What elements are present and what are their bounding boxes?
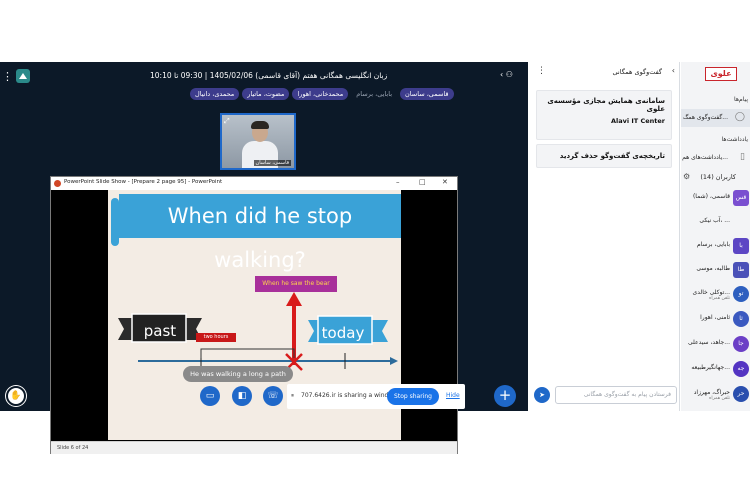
gear-icon[interactable]: ⚙ — [683, 172, 690, 181]
user-list-item[interactable]: جاهد، سیدعلی... جا — [681, 334, 750, 356]
chat-header: ⋮ گفت‌وگوی همگانی ‹ — [528, 62, 680, 82]
user-list-item[interactable]: حبراگ، مهرزاد تلفن همراه حر — [681, 384, 750, 406]
slide-title-box: When did he stop walking? — [111, 194, 401, 272]
talking-chip[interactable]: بابایی، برسام — [351, 88, 397, 100]
meeting-stage: ⋮ زبان انگلیسی همگانی هفتم (آقای قاسمی) … — [0, 62, 528, 454]
slideshow-statusbar: Slide 6 of 24 — [51, 441, 457, 454]
talking-chip[interactable]: محمدی، دانیال — [190, 88, 240, 100]
user-device: تلفن همراه — [709, 296, 730, 301]
avatar: جه — [733, 361, 749, 377]
avatar: ثا — [733, 311, 749, 327]
notes-header: یادداشت‌ها — [721, 136, 748, 143]
user-device: تلفن همراه — [709, 396, 730, 401]
history-cleared-message: تاریخچه‌ی گفت‌وگو حذف گردید — [536, 144, 672, 168]
history-cleared-text: تاریخچه‌ی گفت‌وگو حذف گردید — [559, 152, 665, 160]
chat-input[interactable]: فرستادن پیام به گفت‌وگوی همگانی — [555, 386, 677, 404]
user-list-item[interactable]: آب نیکی، ... — [681, 212, 750, 234]
avatar: حر — [733, 386, 749, 402]
user-name: ثامنی، اهورا — [700, 314, 730, 321]
meeting-title: زبان انگلیسی همگانی هفتم (آقای قاسمی) 14… — [150, 71, 388, 80]
user-name: جاهد، سیدعلی... — [688, 339, 730, 346]
webcam-name: قاسمی، ساسان — [253, 160, 291, 166]
talking-indicators: قاسمی، ساسان بابایی، برسام محمدخانی، اهورا… — [190, 88, 454, 100]
talking-chip[interactable]: مضوت، ماتیار — [242, 88, 290, 100]
user-name: طالبه، موسی — [696, 265, 730, 272]
hide-link[interactable]: Hide — [446, 392, 460, 399]
user-list-item[interactable]: قاسمی، (شما) قس — [681, 188, 750, 210]
avatar: با — [733, 238, 749, 254]
close-icon[interactable]: ✕ — [442, 178, 448, 186]
sidebar: علوی پیام‌ها گفت‌وگوی همگ... ◯ یادداشت‌ه… — [681, 62, 750, 411]
chat-panel: ⋮ گفت‌وگوی همگانی ‹ سامانه‌ی همایش مجازی… — [528, 62, 680, 411]
welcome-message: سامانه‌ی همایش مجازی مؤسسه‌ی علوی Alavi … — [536, 90, 672, 140]
raise-hand-button[interactable]: ✋ — [6, 386, 26, 406]
messages-header: پیام‌ها — [733, 96, 748, 103]
slide-title: When did he stop walking? — [167, 204, 353, 272]
user-name: بابایی، برسام — [696, 241, 730, 248]
options-menu-icon[interactable]: ⋮ — [2, 70, 13, 84]
chat-title: گفت‌وگوی همگانی — [612, 68, 663, 76]
send-button[interactable]: ➤ — [534, 387, 550, 403]
user-name: توکلی خالدی... — [692, 289, 730, 296]
welcome-text: سامانه‌ی همایش مجازی مؤسسه‌ی علوی — [547, 97, 665, 113]
note-icon: ▯ — [740, 152, 745, 162]
today-label: today — [321, 324, 365, 342]
user-name: قاسمی، (شما) — [692, 193, 730, 200]
user-name: جهانگیرطبیعه... — [691, 364, 730, 371]
actions-add-button[interactable]: + — [494, 385, 516, 407]
pause-icon: ⏸ — [291, 392, 295, 399]
shared-notes-label: یادداشت‌های هم... — [682, 154, 728, 161]
timeline-arrowhead — [390, 357, 398, 365]
chevron-left-icon[interactable]: ‹ — [672, 66, 675, 75]
user-list-item[interactable]: ثامنی، اهورا ثا — [681, 309, 750, 331]
sharing-notice: ⏸ 707.6426.ir is sharing a window. Stop … — [287, 384, 465, 409]
user-name: آب نیکی، ... — [699, 217, 730, 224]
webcam-person-hair — [251, 121, 269, 129]
powerpoint-window: PowerPoint Slide Show - [Prepare 2 page … — [50, 176, 458, 454]
minimize-icon[interactable]: – — [396, 178, 400, 186]
camera-button[interactable]: ◧ — [232, 386, 252, 406]
chat-bubble-icon: ◯ — [734, 112, 745, 122]
users-header: کاربران (14) — [700, 173, 736, 181]
powerpoint-icon — [54, 180, 61, 187]
sidebar-item-shared-notes[interactable]: یادداشت‌های هم... ▯ — [681, 149, 750, 167]
maximize-icon[interactable]: □ — [419, 178, 426, 186]
app-root: ⋮ زبان انگلیسی همگانی هفتم (آقای قاسمی) … — [0, 0, 750, 480]
window-title: PowerPoint Slide Show - [Prepare 2 page … — [64, 179, 223, 185]
app-logo-icon — [16, 69, 30, 83]
avatar: جا — [733, 336, 749, 352]
window-titlebar: PowerPoint Slide Show - [Prepare 2 page … — [51, 177, 457, 190]
user-list-item[interactable]: طالبه، موسی طا — [681, 260, 750, 282]
avatar: طا — [733, 262, 749, 278]
audio-button[interactable]: ☏ — [263, 386, 283, 406]
event-label: When he saw the bear — [255, 276, 337, 292]
webcam-tile[interactable]: ⤢ قاسمی، ساسان — [220, 113, 296, 170]
sharing-text: 707.6426.ir is sharing a window. — [301, 392, 399, 399]
slide-number: Slide 6 of 24 — [57, 445, 89, 451]
avatar: قس — [733, 190, 749, 206]
sidebar-item-public-chat[interactable]: گفت‌وگوی همگ... ◯ — [681, 109, 750, 127]
red-arrow-head — [286, 292, 302, 306]
user-list-item[interactable]: جهانگیرطبیعه... جه — [681, 359, 750, 381]
welcome-subtext: Alavi IT Center — [610, 117, 665, 125]
duration-label: two hours — [196, 333, 236, 342]
walking-label: He was walking a long a path — [183, 366, 293, 382]
user-list-item[interactable]: توکلی خالدی... تلفن همراه تو — [681, 284, 750, 306]
screen-share-button[interactable]: ▭ — [200, 386, 220, 406]
user-list-item[interactable]: بابایی، برسام با — [681, 236, 750, 258]
past-label: past — [143, 322, 177, 340]
chat-options-icon[interactable]: ⋮ — [537, 66, 546, 76]
brand-logo: علوی — [705, 67, 737, 81]
avatar: تو — [733, 286, 749, 302]
slideshow-area: When did he stop walking? When he saw th… — [51, 190, 457, 454]
title-scroll-decor — [111, 198, 119, 246]
talking-chip[interactable]: قاسمی، ساسان — [400, 88, 454, 100]
talking-chip[interactable]: محمدخانی، اهورا — [292, 88, 349, 100]
duration-bracket — [200, 348, 295, 358]
users-toggle-icon[interactable]: ‹ ⚇ — [500, 70, 522, 82]
stop-sharing-button[interactable]: Stop sharing — [387, 388, 439, 405]
public-chat-label: گفت‌وگوی همگ... — [683, 114, 728, 121]
fullscreen-icon[interactable]: ⤢ — [224, 117, 230, 126]
user-name: حبراگ، مهرزاد — [693, 389, 730, 396]
